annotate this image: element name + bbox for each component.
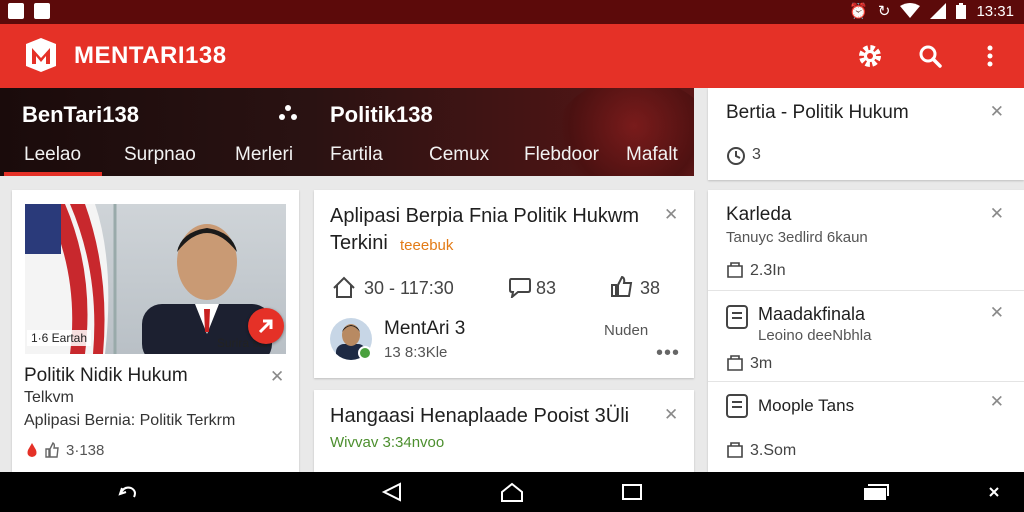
more-horiz-icon[interactable]: ••• [656, 342, 680, 365]
video-title: Politik Nidik Hukum [24, 365, 188, 386]
photo-notification-icon [8, 3, 24, 19]
system-nav-bar [0, 472, 1024, 512]
more-vert-icon [987, 45, 993, 67]
close-icon[interactable]: ✕ [664, 205, 678, 225]
like-count: 38 [640, 278, 661, 298]
category-header: BenTari138 Politik138 Leelao Surpnao Mer… [0, 88, 694, 176]
signal-icon [930, 3, 947, 19]
list-item-title: Moople Tans [758, 396, 855, 415]
close-icon[interactable]: ✕ [270, 367, 284, 387]
list-item-title: Maadakfinala [758, 304, 866, 324]
author-meta: 13 8:3Kle [384, 344, 448, 361]
home-nav-icon[interactable] [500, 482, 524, 502]
search-button[interactable] [914, 40, 946, 72]
status-time: 13:31 [976, 2, 1014, 20]
sync-icon: ↻ [877, 3, 891, 20]
close-icon[interactable]: ✕ [990, 303, 1004, 323]
bookmark-icon [727, 442, 743, 458]
video-meta: 3·138 [66, 442, 105, 459]
article-title-line1: Aplipasi Berpia Fnia Politik Hukwm [330, 205, 640, 227]
document-icon [726, 305, 748, 329]
comment-count: 83 [536, 278, 557, 298]
status-bar: ⏰ ↻ 13:31 [0, 0, 1024, 24]
verified-badge-icon [358, 346, 372, 360]
video-card[interactable]: 1·6 Eartah Surira san Politik Nidik Huku… [12, 190, 299, 472]
article-time: 30 - 117:30 [364, 278, 454, 298]
article2-meta: Wivvav 3:34nvoo [330, 434, 445, 451]
video-thumbnail[interactable]: 1·6 Eartah Surira san [25, 204, 286, 354]
clock-icon [727, 147, 745, 165]
tab-merleri[interactable]: Merleri [235, 144, 293, 166]
dismiss-icon[interactable] [988, 482, 1000, 502]
bookmark-icon [727, 262, 743, 278]
list-item-title: Karleda [726, 204, 792, 225]
category-tabs: Leelao Surpnao Merleri Fartila Cemux Fle… [0, 140, 694, 176]
search-icon [919, 45, 942, 68]
section-title: BenTari138 [22, 102, 139, 127]
tab-surpnao[interactable]: Surpnao [124, 144, 196, 166]
topic-count: 3 [752, 146, 761, 163]
article-tag: teeebuk [400, 237, 454, 254]
close-icon[interactable]: ✕ [664, 405, 678, 425]
article2-title: Hangaasi Henaplaade Pooist 3Üli [330, 405, 630, 427]
author-badge: Nuden [604, 322, 649, 339]
notification-icons [8, 3, 50, 19]
alarm-icon: ⏰ [849, 3, 868, 20]
recents-icon[interactable] [620, 482, 644, 502]
tab-flebdoor[interactable]: Flebdoor [524, 144, 599, 166]
list-item[interactable]: Moople Tans ✕ 3.Som [708, 382, 1024, 472]
list-item-subtitle: Leoino deeNbhla [758, 327, 872, 344]
status-icons: ⏰ ↻ 13:31 [849, 2, 1014, 21]
section-title-secondary: Politik138 [330, 102, 433, 127]
share-button[interactable] [248, 308, 284, 344]
close-icon[interactable]: ✕ [990, 204, 1004, 224]
list-item-subtitle: Tanuyc 3edlird 6kaun [726, 229, 868, 246]
flame-icon [27, 443, 37, 457]
video-badge: 1·6 Eartah [27, 330, 92, 346]
overflow-menu-button[interactable] [974, 40, 1006, 72]
article-card[interactable]: Aplipasi Berpia Fnia Politik Hukwm ✕ Ter… [314, 190, 694, 378]
article-card-2[interactable]: Hangaasi Henaplaade Pooist 3Üli ✕ Wivvav… [314, 390, 694, 472]
thumbs-up-icon [45, 442, 59, 458]
list-item-meta: 2.3In [750, 262, 786, 279]
topic-title: Bertia - Politik Hukum [726, 102, 909, 123]
app-title: MENTARI138 [74, 42, 227, 69]
close-icon[interactable]: ✕ [990, 102, 1004, 122]
list-item-meta: 3.Som [750, 442, 797, 459]
article-title-line2: Terkini [330, 232, 388, 254]
active-tab-indicator [4, 172, 102, 176]
spinner-icon [279, 105, 297, 120]
author-name[interactable]: MentAri 3 [384, 318, 465, 340]
app-bar: MENTARI138 [0, 24, 1024, 88]
image-notification-icon [34, 3, 50, 19]
video-description: Aplipasi Bernia: Politik Terkrm [24, 412, 236, 429]
list-item-meta: 3m [750, 355, 773, 372]
settings-icon [859, 45, 881, 67]
document-icon [726, 394, 748, 418]
battery-icon [956, 3, 967, 19]
comment-icon [509, 278, 531, 298]
close-icon[interactable]: ✕ [990, 392, 1004, 412]
rotate-icon[interactable] [116, 482, 140, 502]
tab-cemux[interactable]: Cemux [429, 144, 489, 166]
app-logo-icon [26, 38, 56, 72]
video-subtitle: Telkvm [24, 389, 74, 406]
topic-list: Karleda ✕ Tanuyc 3edlird 6kaun 2.3In Maa… [708, 190, 1024, 472]
list-item[interactable]: Maadakfinala ✕ Leoino deeNbhla 3m [708, 291, 1024, 381]
back-icon[interactable] [380, 482, 404, 502]
tab-fartila[interactable]: Fartila [330, 144, 383, 166]
multi-window-icon[interactable] [862, 482, 890, 502]
home-icon [333, 276, 355, 298]
tab-mafalt[interactable]: Mafalt [626, 144, 678, 166]
settings-button[interactable] [854, 40, 886, 72]
wifi-icon [900, 3, 921, 18]
list-item[interactable]: Karleda ✕ Tanuyc 3edlird 6kaun 2.3In [708, 190, 1024, 290]
tab-leelao[interactable]: Leelao [24, 144, 81, 166]
like-icon [611, 276, 633, 297]
topic-header-card[interactable]: Bertia - Politik Hukum ✕ 3 [708, 88, 1024, 180]
share-arrow-icon [258, 319, 273, 334]
bookmark-icon [727, 355, 743, 371]
